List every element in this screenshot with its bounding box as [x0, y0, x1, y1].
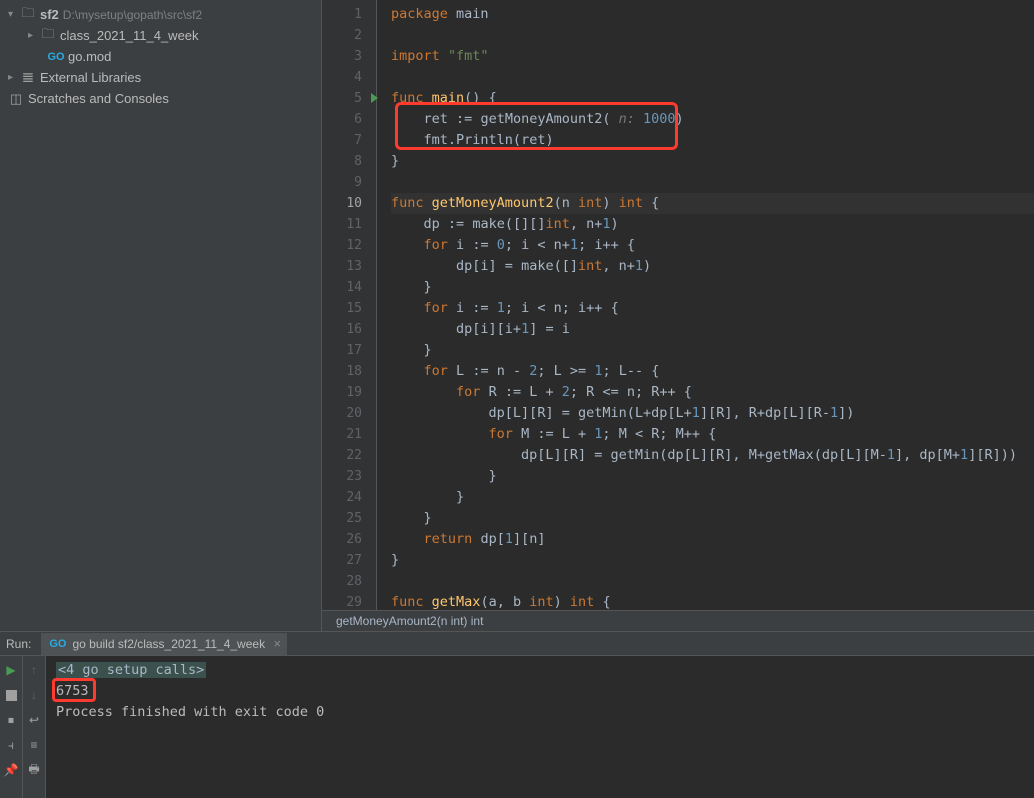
breadcrumb-text: getMoneyAmount2(n int) int: [336, 614, 483, 628]
line-number[interactable]: 28: [322, 571, 376, 592]
line-number[interactable]: 2: [322, 25, 376, 46]
external-libraries[interactable]: 𝌆 External Libraries: [0, 67, 321, 88]
go-build-icon: GO: [49, 638, 66, 650]
line-number[interactable]: 11: [322, 214, 376, 235]
line-number[interactable]: 16: [322, 319, 376, 340]
project-root-path: D:\mysetup\gopath\src\sf2: [63, 8, 202, 22]
line-number[interactable]: 26: [322, 529, 376, 550]
line-number[interactable]: 19: [322, 382, 376, 403]
folder-icon: 🗀: [20, 7, 36, 23]
folded-calls[interactable]: <4 go setup calls>: [56, 662, 206, 678]
line-number[interactable]: 21: [322, 424, 376, 445]
project-tool-window[interactable]: 🗀 sf2 D:\mysetup\gopath\src\sf2 🗀 class_…: [0, 0, 322, 631]
tree-item-label: class_2021_11_4_week: [60, 28, 199, 43]
breadcrumb[interactable]: getMoneyAmount2(n int) int: [322, 610, 1034, 631]
line-number[interactable]: 4: [322, 67, 376, 88]
run-toolbar-nav: ↑ ↓ ↩ ≡ 🖶: [23, 656, 46, 798]
rerun-button[interactable]: ▶: [2, 661, 20, 679]
tree-item-label: go.mod: [68, 49, 111, 64]
run-label: Run:: [6, 637, 31, 651]
project-root[interactable]: 🗀 sf2 D:\mysetup\gopath\src\sf2: [0, 4, 321, 25]
line-number[interactable]: 10: [322, 193, 376, 214]
line-number[interactable]: 6: [322, 109, 376, 130]
project-root-name: sf2: [40, 7, 59, 22]
run-toolbar-left: ▶ ⏹ ⫞ 📌: [0, 656, 23, 798]
scratches-consoles[interactable]: ◫ Scratches and Consoles: [0, 88, 321, 109]
tree-item-label: Scratches and Consoles: [28, 91, 169, 106]
line-number[interactable]: 25: [322, 508, 376, 529]
close-icon[interactable]: ×: [273, 636, 281, 651]
go-file-icon: GO: [48, 49, 64, 65]
chevron-right-icon[interactable]: [8, 72, 20, 83]
editor-gutter[interactable]: 1 2 3 4 5 6 7 8 9 10 11 12 13 14 15 16 1…: [322, 0, 377, 631]
line-number[interactable]: 24: [322, 487, 376, 508]
line-number[interactable]: 22: [322, 445, 376, 466]
output-line: 6753: [56, 681, 1024, 702]
line-number[interactable]: 14: [322, 277, 376, 298]
code-area[interactable]: package main import "fmt" func main() { …: [377, 0, 1034, 631]
up-button[interactable]: ↑: [25, 661, 43, 679]
line-number[interactable]: 5: [322, 88, 376, 109]
pin-button[interactable]: 📌: [2, 761, 20, 779]
line-number[interactable]: 3: [322, 46, 376, 67]
line-number[interactable]: 15: [322, 298, 376, 319]
line-number[interactable]: 13: [322, 256, 376, 277]
line-number[interactable]: 20: [322, 403, 376, 424]
soft-wrap-button[interactable]: ↩: [25, 711, 43, 729]
chevron-down-icon[interactable]: [8, 9, 20, 20]
library-icon: 𝌆: [20, 70, 36, 86]
line-number[interactable]: 8: [322, 151, 376, 172]
line-number[interactable]: 12: [322, 235, 376, 256]
folder-icon: 🗀: [40, 28, 56, 44]
run-tool-window[interactable]: Run: GO go build sf2/class_2021_11_4_wee…: [0, 631, 1034, 798]
exit-button[interactable]: ⏹: [2, 711, 20, 729]
layout-button[interactable]: ⫞: [2, 736, 20, 754]
run-tab[interactable]: GO go build sf2/class_2021_11_4_week ×: [41, 633, 287, 655]
chevron-right-icon[interactable]: [28, 30, 40, 41]
line-number[interactable]: 7: [322, 130, 376, 151]
line-number[interactable]: 23: [322, 466, 376, 487]
exit-line: Process finished with exit code 0: [56, 702, 1024, 723]
run-tab-label: go build sf2/class_2021_11_4_week: [72, 637, 265, 651]
line-number[interactable]: 27: [322, 550, 376, 571]
scroll-button[interactable]: ≡: [25, 736, 43, 754]
print-button[interactable]: 🖶: [25, 761, 43, 779]
line-number[interactable]: 9: [322, 172, 376, 193]
tree-item-label: External Libraries: [40, 70, 141, 85]
line-number[interactable]: 1: [322, 4, 376, 25]
line-number[interactable]: 18: [322, 361, 376, 382]
tree-file[interactable]: GO go.mod: [0, 46, 321, 67]
scratch-icon: ◫: [8, 91, 24, 107]
tree-folder[interactable]: 🗀 class_2021_11_4_week: [0, 25, 321, 46]
console-output[interactable]: <4 go setup calls> 6753 Process finished…: [46, 656, 1034, 798]
run-header: Run: GO go build sf2/class_2021_11_4_wee…: [0, 632, 1034, 656]
editor[interactable]: 1 2 3 4 5 6 7 8 9 10 11 12 13 14 15 16 1…: [322, 0, 1034, 631]
down-button[interactable]: ↓: [25, 686, 43, 704]
stop-button[interactable]: [2, 686, 20, 704]
line-number[interactable]: 17: [322, 340, 376, 361]
